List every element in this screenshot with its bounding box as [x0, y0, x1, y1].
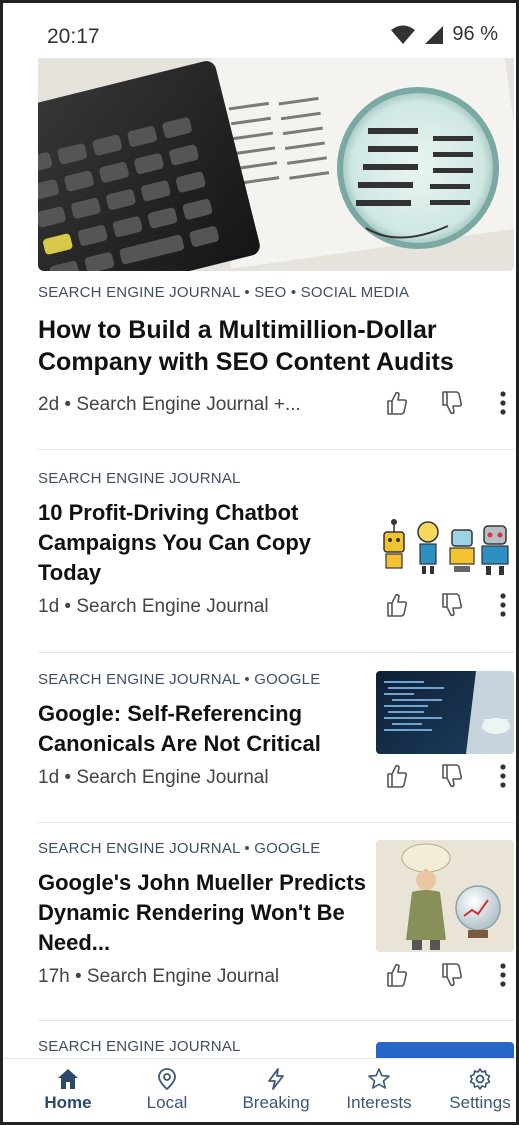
article-meta: 2d • Search Engine Journal +...	[38, 394, 301, 415]
location-pin-icon	[158, 1068, 176, 1091]
more-options-icon[interactable]	[498, 763, 508, 789]
nav-interests[interactable]: Interests	[329, 1067, 429, 1113]
more-options-icon[interactable]	[498, 592, 508, 618]
article-tags: SEARCH ENGINE JOURNAL	[38, 1038, 241, 1055]
star-icon	[368, 1068, 390, 1089]
nav-breaking[interactable]: Breaking	[226, 1067, 326, 1113]
nav-home[interactable]: Home	[18, 1067, 118, 1113]
article-title[interactable]: 10 Profit-Driving Chatbot Campaigns You …	[38, 498, 358, 588]
lightning-icon	[268, 1068, 284, 1090]
battery-percentage: 96 %	[452, 23, 498, 45]
bottom-navigation: Home Local Breaking Interests Settings	[0, 1058, 519, 1125]
more-options-icon[interactable]	[498, 962, 508, 988]
card-divider	[38, 1020, 514, 1021]
thumbs-down-icon[interactable]	[440, 763, 464, 789]
signal-icon	[425, 25, 444, 44]
article-title[interactable]: Google: Self-Referencing Canonicals Are …	[38, 699, 368, 759]
home-icon	[58, 1069, 78, 1089]
thumbs-up-icon[interactable]	[385, 592, 409, 618]
news-feed[interactable]: SEARCH ENGINE JOURNAL • SEO • SOCIAL MED…	[0, 58, 519, 1058]
nav-interests-label: Interests	[346, 1093, 412, 1112]
article-title[interactable]: How to Build a Multimillion-Dollar Compa…	[38, 314, 514, 378]
card-divider	[38, 652, 514, 653]
status-bar: 20:17 96 %	[0, 0, 519, 58]
card-divider	[38, 449, 514, 450]
nav-settings-label: Settings	[449, 1093, 511, 1112]
nav-local[interactable]: Local	[117, 1067, 217, 1113]
status-icons: 96 %	[390, 23, 498, 46]
laptop-code-image[interactable]	[376, 671, 514, 754]
thumbs-down-icon[interactable]	[440, 390, 464, 416]
fortune-teller-crystal-ball-image[interactable]	[376, 840, 514, 952]
article-meta: 17h • Search Engine Journal	[38, 966, 280, 987]
card-divider	[38, 822, 514, 823]
thumbs-down-icon[interactable]	[440, 962, 464, 988]
article-tags: SEARCH ENGINE JOURNAL • GOOGLE	[38, 840, 321, 857]
article-tags: SEARCH ENGINE JOURNAL	[38, 470, 241, 487]
blue-abstract-image[interactable]	[376, 1042, 514, 1058]
article-tags: SEARCH ENGINE JOURNAL • GOOGLE	[38, 671, 321, 688]
thumbs-down-icon[interactable]	[440, 592, 464, 618]
article-meta: 1d • Search Engine Journal	[38, 767, 269, 788]
more-options-icon[interactable]	[498, 390, 508, 416]
thumbs-up-icon[interactable]	[385, 390, 409, 416]
chatbot-robots-image[interactable]	[376, 510, 514, 580]
nav-settings[interactable]: Settings	[430, 1067, 519, 1113]
thumbs-up-icon[interactable]	[385, 763, 409, 789]
calculator-magnifier-image[interactable]	[38, 58, 514, 271]
nav-local-label: Local	[146, 1093, 188, 1112]
nav-home-label: Home	[44, 1093, 92, 1112]
wifi-icon	[391, 25, 416, 44]
article-title[interactable]: Google's John Mueller Predicts Dynamic R…	[38, 868, 368, 958]
article-meta: 1d • Search Engine Journal	[38, 596, 269, 617]
status-time: 20:17	[47, 25, 100, 48]
article-tags: SEARCH ENGINE JOURNAL • SEO • SOCIAL MED…	[38, 284, 410, 301]
thumbs-up-icon[interactable]	[385, 962, 409, 988]
nav-breaking-label: Breaking	[242, 1093, 310, 1112]
gear-icon	[469, 1068, 491, 1090]
